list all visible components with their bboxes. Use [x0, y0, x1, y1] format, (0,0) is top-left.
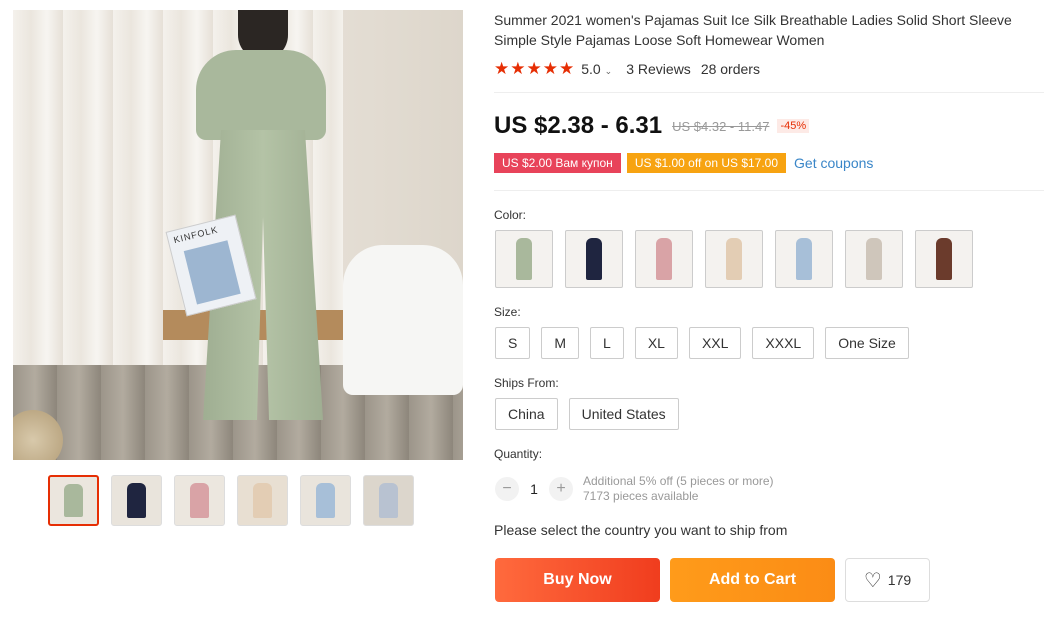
thumbnail-figure [64, 484, 83, 517]
size-option-m[interactable]: M [541, 327, 580, 359]
get-coupons-link[interactable]: Get coupons [794, 155, 873, 171]
color-label: Color: [494, 208, 527, 222]
orders-count: 28 orders [700, 61, 760, 77]
thumbnail-figure [252, 483, 273, 518]
star-rating-icon: ★★★★★ [494, 59, 576, 78]
coupon-badge-store[interactable]: US $2.00 Вам купон [494, 153, 621, 173]
color-swatch-1[interactable] [495, 230, 553, 288]
discount-badge: -45% [777, 119, 810, 133]
original-price: US $4.32 - 11.47 [672, 118, 770, 134]
color-swatch-2[interactable] [565, 230, 623, 288]
add-to-cart-button[interactable]: Add to Cart [670, 558, 835, 602]
quantity-stepper: − 1 + Additional 5% off (5 pieces or mor… [495, 474, 774, 504]
swatch-figure [655, 237, 673, 281]
buy-now-button[interactable]: Buy Now [495, 558, 660, 602]
ships-option-united-states[interactable]: United States [568, 398, 679, 430]
rating-number: 5.0 [581, 61, 601, 77]
size-option-one-size[interactable]: One Size [825, 327, 909, 359]
wishlist-button[interactable]: ♡ 179 [845, 558, 930, 602]
thumbnail-figure [126, 483, 147, 518]
thumbnail-5[interactable] [300, 475, 351, 526]
size-options: S M L XL XXL XXXL One Size [495, 327, 909, 359]
model-top [196, 50, 326, 140]
swatch-figure [795, 237, 813, 281]
product-title: Summer 2021 women's Pajamas Suit Ice Sil… [494, 12, 1012, 48]
stock-available-text: 7173 pieces available [583, 489, 699, 503]
quantity-value[interactable]: 1 [519, 481, 549, 497]
thumbnail-6[interactable] [363, 475, 414, 526]
color-swatch-3[interactable] [635, 230, 693, 288]
size-label: Size: [494, 305, 521, 319]
main-product-image[interactable]: KINFOLK [13, 10, 463, 460]
divider [494, 92, 1044, 93]
magazine-title: KINFOLK [172, 224, 220, 246]
swatch-figure [515, 237, 533, 281]
heart-icon: ♡ [863, 569, 882, 592]
swatch-figure [935, 237, 953, 281]
price-row: US $2.38 - 6.31 US $4.32 - 11.47 -45% [494, 112, 810, 140]
swatch-figure [865, 237, 883, 281]
size-option-s[interactable]: S [495, 327, 531, 359]
size-option-xxxl[interactable]: XXXL [752, 327, 815, 359]
ship-country-message: Please select the country you want to sh… [494, 522, 788, 538]
color-swatches [495, 230, 973, 288]
quantity-label: Quantity: [494, 447, 543, 461]
swatch-figure [725, 237, 743, 281]
size-option-l[interactable]: L [590, 327, 624, 359]
ships-option-china[interactable]: China [495, 398, 558, 430]
swatch-figure [585, 237, 603, 281]
rating-value[interactable]: 5.0 ⌄ [581, 61, 612, 77]
thumbnail-strip [48, 475, 414, 526]
coupon-badge-select[interactable]: US $1.00 off on US $17.00 [626, 153, 787, 173]
bulk-discount-text: Additional 5% off (5 pieces or more) [583, 474, 774, 488]
thumbnail-4[interactable] [237, 475, 288, 526]
quantity-decrease-button[interactable]: − [495, 477, 519, 501]
chevron-down-icon: ⌄ [604, 66, 613, 76]
thumbnail-figure [189, 483, 210, 518]
background-table [343, 245, 463, 395]
rating-row: ★★★★★ 5.0 ⌄ 3 Reviews 28 orders [494, 59, 760, 79]
color-swatch-4[interactable] [705, 230, 763, 288]
color-swatch-6[interactable] [845, 230, 903, 288]
divider [494, 190, 1044, 191]
size-option-xxl[interactable]: XXL [688, 327, 742, 359]
quantity-increase-button[interactable]: + [549, 477, 573, 501]
color-swatch-5[interactable] [775, 230, 833, 288]
magazine-photo [183, 240, 241, 305]
thumbnail-1[interactable] [48, 475, 99, 526]
size-option-xl[interactable]: XL [634, 327, 678, 359]
ships-from-options: China United States [495, 398, 679, 430]
thumbnail-3[interactable] [174, 475, 225, 526]
wishlist-count: 179 [887, 572, 912, 588]
thumbnail-figure [378, 483, 399, 518]
quantity-info: Additional 5% off (5 pieces or more) 717… [583, 474, 774, 504]
thumbnail-figure [315, 483, 336, 518]
coupon-row: US $2.00 Вам купон US $1.00 off on US $1… [494, 153, 873, 173]
current-price: US $2.38 - 6.31 [494, 112, 663, 139]
reviews-link[interactable]: 3 Reviews [626, 61, 691, 77]
ships-from-label: Ships From: [494, 376, 559, 390]
color-swatch-7[interactable] [915, 230, 973, 288]
thumbnail-2[interactable] [111, 475, 162, 526]
